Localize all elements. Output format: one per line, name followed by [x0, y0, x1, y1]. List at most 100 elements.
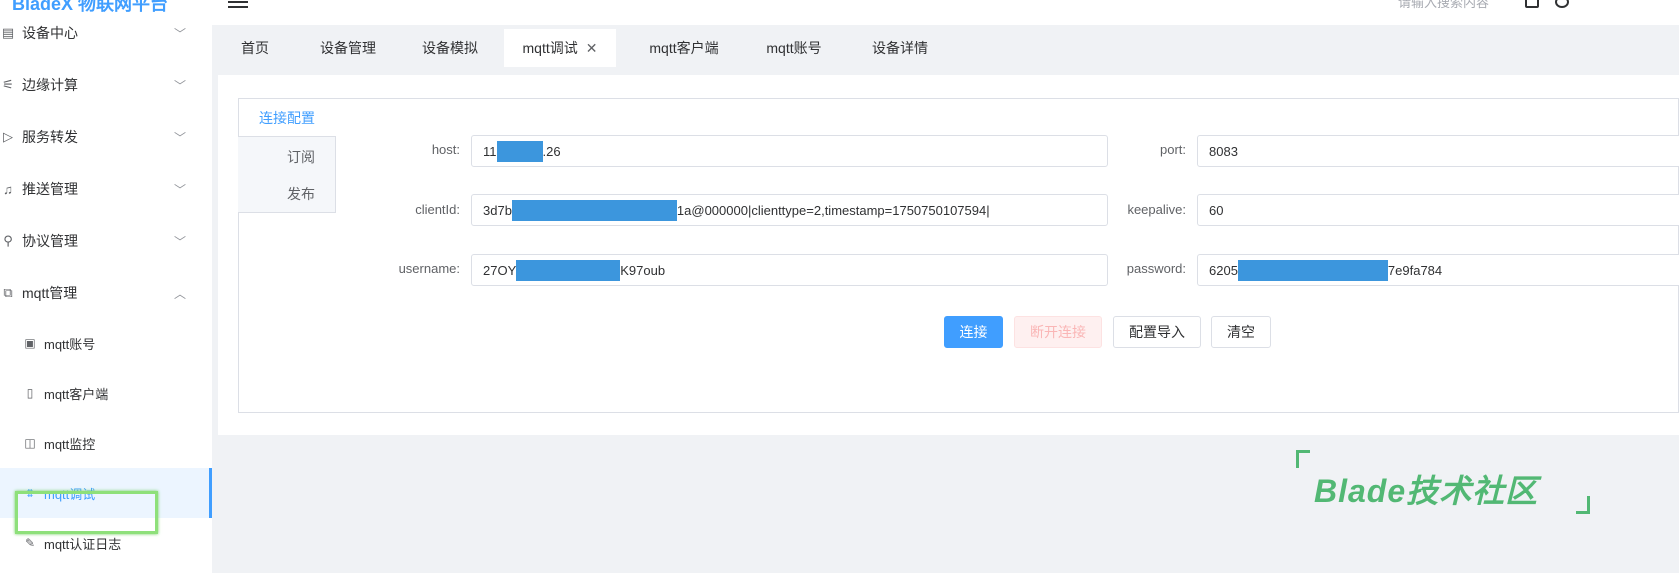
sidebar-item-label: 边缘计算 — [22, 77, 78, 93]
tab-mqtt-account[interactable]: mqtt账号 — [754, 29, 834, 67]
sidebar-item-label: 设备中心 — [22, 25, 78, 41]
port-field[interactable]: 8083 — [1197, 135, 1679, 167]
redaction-mask — [1237, 259, 1388, 281]
search-input[interactable]: 请输入搜索内容 — [1398, 0, 1489, 11]
disconnect-button[interactable]: 断开连接 — [1014, 316, 1102, 348]
clientid-label: clientId: — [415, 202, 460, 217]
redaction-mask — [511, 199, 677, 221]
host-field[interactable]: 11.26 — [471, 135, 1108, 167]
sidebar-item-mqtt[interactable]: ⧉ mqtt管理 ︿ — [0, 265, 212, 321]
watermark-logo: Blade技术社区 — [1296, 448, 1596, 518]
chevron-down-icon: ﹀ — [173, 78, 186, 93]
tab-label: mqtt账号 — [766, 40, 822, 56]
settings-icon[interactable] — [1555, 0, 1569, 8]
sidebar-item-device-center[interactable]: ▤ 设备中心 ﹀ — [0, 25, 212, 61]
sidebar-item-service-forward[interactable]: ▷ 服务转发 ﹀ — [0, 109, 212, 165]
chevron-up-icon: ︿ — [173, 286, 186, 301]
clear-button[interactable]: 清空 — [1211, 316, 1271, 348]
sidebar-item-mqtt-client[interactable]: ▯ mqtt客户端 — [0, 368, 212, 418]
sidebar-item-protocol[interactable]: ⚲ 协议管理 ﹀ — [0, 213, 212, 269]
username-field[interactable]: 27OY K97oub — [471, 254, 1108, 286]
tab-label: 设备管理 — [320, 40, 376, 56]
sidebar-item-label: mqtt账号 — [44, 336, 96, 352]
tab-mqtt-debug[interactable]: mqtt调试 ✕ — [504, 29, 616, 67]
sidebar-item-edge-computing[interactable]: ⚟ 边缘计算 ﹀ — [0, 57, 212, 113]
username-value-start: 27OY — [483, 262, 517, 278]
tab-bar: 首页 设备管理 设备模拟 mqtt调试 ✕ mqtt客户端 mqtt账号 设备详… — [212, 25, 1679, 67]
id-card-icon: ▣ — [24, 336, 36, 350]
keepalive-value: 60 — [1209, 202, 1224, 218]
sidebar-item-label: mqtt管理 — [22, 285, 78, 301]
chevron-down-icon: ﹀ — [173, 26, 186, 41]
username-value-end: K97oub — [620, 262, 666, 278]
tab-label: mqtt调试 — [522, 40, 578, 56]
chevron-down-icon: ﹀ — [173, 182, 186, 197]
tab-home[interactable]: 首页 — [230, 29, 280, 67]
host-value-end: .26 — [542, 143, 561, 159]
host-value-start: 11 — [483, 143, 497, 159]
tab-connection-config[interactable]: 连接配置 — [259, 108, 315, 128]
sidebar-item-label: 推送管理 — [22, 181, 78, 197]
send-icon: ▷ — [3, 129, 13, 144]
chevron-down-icon: ﹀ — [173, 234, 186, 249]
sidebar-item-label: mqtt调试 — [44, 486, 96, 502]
edit-icon: ✎ — [24, 536, 36, 550]
sidebar-item-mqtt-account[interactable]: ▣ mqtt账号 — [0, 318, 212, 368]
host-label: host: — [431, 142, 460, 157]
redaction-mask — [516, 259, 621, 281]
sidebar-item-label: mqtt认证日志 — [44, 536, 122, 552]
username-label: username: — [398, 261, 460, 276]
password-value-end: 7e9fa784 — [1387, 262, 1443, 278]
sidebar-item-label: 服务转发 — [22, 129, 78, 145]
tab-label: mqtt客户端 — [649, 40, 719, 56]
top-header: BladeX 物联网平台 请输入搜索内容 — [0, 0, 1679, 25]
bell-icon: ♫ — [3, 181, 13, 197]
keepalive-label: keepalive: — [1127, 202, 1186, 217]
side-tabs: 订阅 发布 — [238, 136, 336, 213]
phone-icon: ▯ — [26, 386, 34, 400]
connect-button[interactable]: 连接 — [944, 316, 1003, 348]
password-field[interactable]: 6205 7e9fa784 — [1197, 254, 1679, 286]
sidebar: ▤ 设备中心 ﹀ ⚟ 边缘计算 ﹀ ▷ 服务转发 ﹀ ♫ 推送管理 ﹀ ⚲ 协议… — [0, 25, 212, 573]
keepalive-field[interactable]: 60 — [1197, 194, 1679, 226]
port-value: 8083 — [1209, 143, 1238, 159]
sidebar-item-label: mqtt监控 — [44, 436, 96, 452]
lock-icon[interactable] — [1525, 0, 1539, 8]
sidebar-item-mqtt-auth-log[interactable]: ✎ mqtt认证日志 — [0, 518, 212, 568]
tab-label: 设备详情 — [872, 40, 928, 56]
watermark-text: Blade技术社区 — [1314, 473, 1539, 509]
sidebar-item-label: mqtt客户端 — [44, 386, 109, 402]
password-label: password: — [1126, 261, 1186, 276]
tab-subscribe[interactable]: 订阅 — [287, 147, 315, 167]
clientid-value-start: 3d7b — [483, 202, 512, 218]
bracket-left-icon — [1296, 450, 1310, 468]
tab-publish[interactable]: 发布 — [287, 184, 315, 204]
import-config-button[interactable]: 配置导入 — [1113, 316, 1201, 348]
antenna-icon: ⚲ — [3, 233, 13, 248]
clientid-value-end: 1a@000000|clienttype=2,timestamp=1750750… — [676, 202, 990, 218]
tab-mqtt-client[interactable]: mqtt客户端 — [636, 29, 732, 67]
chevron-down-icon: ﹀ — [173, 130, 186, 145]
bracket-right-icon — [1576, 496, 1590, 514]
tab-label: 首页 — [241, 40, 269, 56]
redaction-mask — [496, 140, 543, 162]
sidebar-item-push[interactable]: ♫ 推送管理 ﹀ — [0, 161, 212, 217]
port-label: port: — [1159, 142, 1186, 157]
edge-icon: ⚟ — [2, 77, 14, 92]
app-logo: BladeX 物联网平台 — [12, 0, 169, 14]
sidebar-item-mqtt-monitor[interactable]: ◫ mqtt监控 — [0, 418, 212, 468]
camera-icon: ◫ — [24, 436, 36, 450]
sidebar-item-label: 协议管理 — [22, 233, 78, 249]
tab-label: 设备模拟 — [422, 40, 478, 56]
menu-toggle-icon[interactable] — [228, 0, 248, 8]
debug-icon: ⩩ — [26, 485, 34, 500]
tab-device-detail[interactable]: 设备详情 — [860, 29, 940, 67]
sidebar-item-mqtt-debug[interactable]: ⩩ mqtt调试 — [0, 468, 212, 518]
clientid-field[interactable]: 3d7b 1a@000000|clienttype=2,timestamp=175… — [471, 194, 1108, 226]
close-icon[interactable]: ✕ — [586, 40, 598, 57]
password-value-start: 6205 — [1209, 262, 1238, 278]
tab-device-simulation[interactable]: 设备模拟 — [410, 29, 490, 67]
tab-device-management[interactable]: 设备管理 — [308, 29, 388, 67]
device-icon: ▤ — [1, 25, 15, 40]
mqtt-icon: ⧉ — [3, 285, 13, 300]
